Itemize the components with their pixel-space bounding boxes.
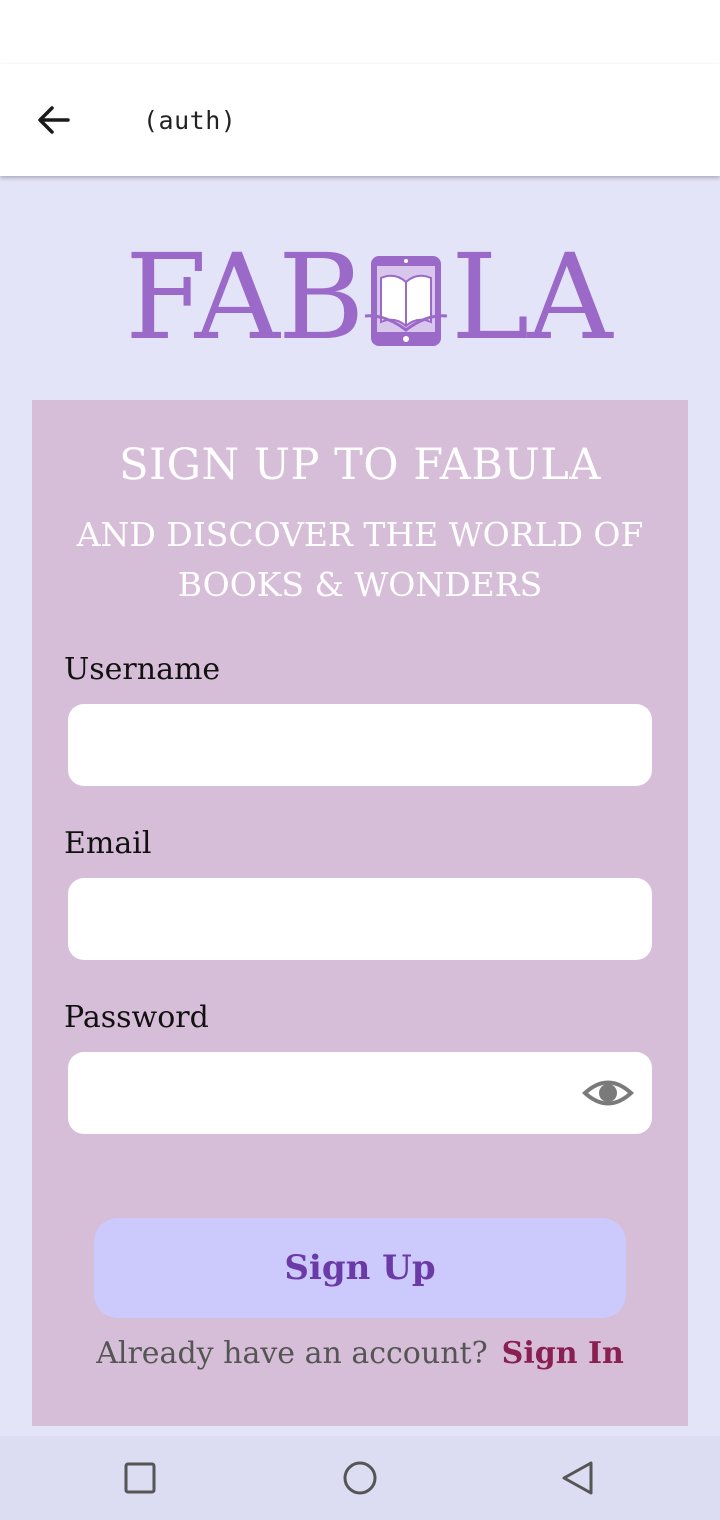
password-input-container — [68, 1052, 652, 1136]
fabula-logo: FAB LA — [125, 228, 613, 367]
header-title: (auth) — [143, 106, 237, 135]
sign-in-link[interactable]: Sign In — [502, 1336, 624, 1371]
password-input[interactable] — [68, 1052, 562, 1136]
status-bar-area — [0, 0, 720, 64]
sign-up-button[interactable]: Sign Up — [94, 1218, 626, 1318]
recent-apps-icon[interactable] — [120, 1458, 160, 1498]
card-title: SIGN UP TO FABULA — [119, 440, 601, 490]
logo-text-left: FAB — [125, 228, 365, 366]
back-icon[interactable] — [558, 1458, 598, 1498]
username-label: Username — [64, 652, 221, 687]
app-header: (auth) — [0, 64, 720, 176]
card-subtitle-line1: AND DISCOVER THE WORLD OF — [76, 515, 644, 554]
username-input[interactable] — [68, 704, 652, 786]
card-subtitle-line2: BOOKS & WONDERS — [177, 565, 543, 604]
sign-in-prompt: Already have an account? Sign In — [32, 1336, 688, 1371]
system-nav-bar — [0, 1436, 720, 1520]
logo-text-right: LA — [451, 228, 613, 366]
email-label: Email — [64, 826, 152, 861]
email-input[interactable] — [68, 878, 652, 960]
arrow-left-icon — [38, 106, 70, 134]
card-subtitle: AND DISCOVER THE WORLD OF BOOKS & WONDER… — [32, 510, 688, 610]
already-account-text: Already have an account? — [96, 1336, 488, 1371]
tablet-book-icon — [365, 256, 447, 346]
eye-icon[interactable] — [580, 1076, 636, 1110]
back-button[interactable] — [30, 100, 82, 144]
password-label: Password — [64, 1000, 209, 1035]
home-icon[interactable] — [340, 1458, 380, 1498]
signup-card: SIGN UP TO FABULA AND DISCOVER THE WORLD… — [32, 400, 688, 1426]
